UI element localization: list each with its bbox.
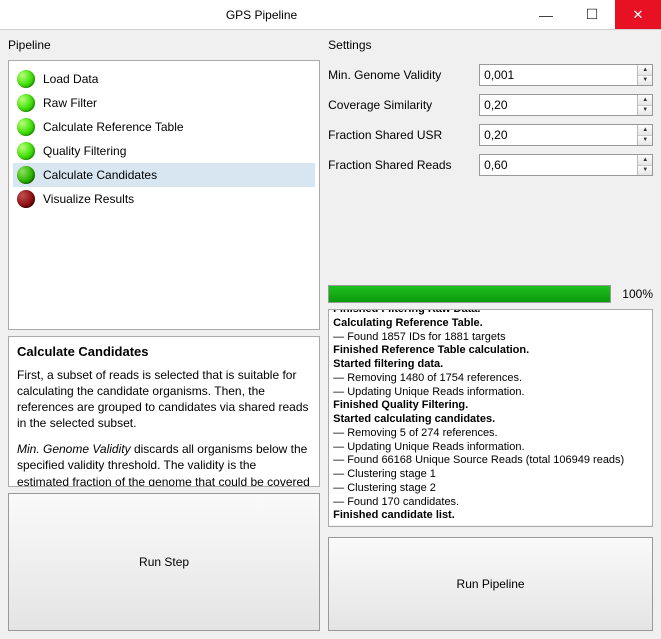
spinner-down-icon[interactable]: ▼ [638,166,652,176]
log-line: — Removing 1480 of 1754 references. [333,372,648,386]
log-line: Calculating Reference Table. [333,317,648,331]
run-pipeline-button[interactable]: Run Pipeline [328,537,653,632]
spinner-up-icon[interactable]: ▲ [638,125,652,136]
log-line: — Removing 5 of 274 references. [333,427,648,441]
log-line: — Found 170 candidates. [333,496,648,510]
setting-label: Fraction Shared USR [328,128,473,142]
setting-label: Coverage Similarity [328,98,473,112]
log-line: — Found 66168 Unique Source Reads (total… [333,454,648,468]
spinner-down-icon[interactable]: ▼ [638,136,652,146]
log-line: — Updating Unique Reads information. [333,386,648,400]
pipeline-item[interactable]: Calculate Candidates [13,163,315,187]
log-line: Started filtering data. [333,358,648,372]
run-step-button[interactable]: Run Step [8,493,320,632]
maximize-button[interactable]: ☐ [569,0,615,29]
setting-input[interactable] [480,65,637,85]
log-line: — Found 1857 IDs for 1881 targets [333,331,648,345]
progress-wrap: 100% [328,285,653,303]
setting-spinner[interactable]: ▲▼ [479,94,653,116]
log-line: Finished Reference Table calculation. [333,344,648,358]
status-orb-icon [17,166,35,184]
pipeline-item[interactable]: Calculate Reference Table [13,115,315,139]
status-orb-icon [17,142,35,160]
setting-input[interactable] [480,95,637,115]
log-line: Started calculating candidates. [333,413,648,427]
setting-label: Min. Genome Validity [328,68,473,82]
pipeline-label: Pipeline [8,38,320,52]
pipeline-item[interactable]: Quality Filtering [13,139,315,163]
pipeline-item[interactable]: Visualize Results [13,187,315,211]
status-orb-icon [17,118,35,136]
log-line: Finished candidate list. [333,509,648,523]
pipeline-list: Load Data Raw Filter Calculate Reference T… [8,60,320,330]
pipeline-item-label: Quality Filtering [43,144,126,158]
pipeline-item-label: Load Data [43,72,98,86]
progress-fill [329,286,610,302]
log-line: — Clustering stage 2 [333,482,648,496]
spinner-down-icon[interactable]: ▼ [638,106,652,116]
description-box: Calculate Candidates First, a subset of … [8,336,320,487]
pipeline-item-label: Calculate Reference Table [43,120,184,134]
window-title: GPS Pipeline [0,8,523,22]
pipeline-item-label: Visualize Results [43,192,134,206]
log-line: — Updating Unique Reads information. [333,441,648,455]
log-line: Finished Quality Filtering. [333,399,648,413]
pipeline-item[interactable]: Load Data [13,67,315,91]
pipeline-item[interactable]: Raw Filter [13,91,315,115]
description-p2: Min. Genome Validity discards all organi… [17,441,311,486]
status-orb-icon [17,190,35,208]
desc-em-validity: Min. Genome Validity [17,442,131,456]
log-line: Finished Filtering Raw Data. [333,309,648,317]
settings-label: Settings [328,38,653,52]
titlebar: GPS Pipeline — ☐ ✕ [0,0,661,30]
setting-spinner[interactable]: ▲▼ [479,154,653,176]
setting-spinner[interactable]: ▲▼ [479,64,653,86]
log-box[interactable]: — Found 51802 reads with unique matches.… [328,309,653,527]
spinner-down-icon[interactable]: ▼ [638,76,652,86]
settings-grid: Min. Genome Validity▲▼Coverage Similarit… [328,64,653,176]
setting-spinner[interactable]: ▲▼ [479,124,653,146]
progress-text: 100% [617,287,653,301]
minimize-button[interactable]: — [523,0,569,29]
description-title: Calculate Candidates [17,343,311,361]
pipeline-item-label: Calculate Candidates [43,168,157,182]
window-controls: — ☐ ✕ [523,0,661,29]
spinner-up-icon[interactable]: ▲ [638,155,652,166]
spinner-up-icon[interactable]: ▲ [638,95,652,106]
setting-input[interactable] [480,125,637,145]
close-button[interactable]: ✕ [615,0,661,29]
progress-bar [328,285,611,303]
setting-input[interactable] [480,155,637,175]
log-line: — Clustering stage 1 [333,468,648,482]
status-orb-icon [17,70,35,88]
spinner-up-icon[interactable]: ▲ [638,65,652,76]
pipeline-item-label: Raw Filter [43,96,97,110]
description-p1: First, a subset of reads is selected tha… [17,367,311,432]
setting-label: Fraction Shared Reads [328,158,473,172]
status-orb-icon [17,94,35,112]
